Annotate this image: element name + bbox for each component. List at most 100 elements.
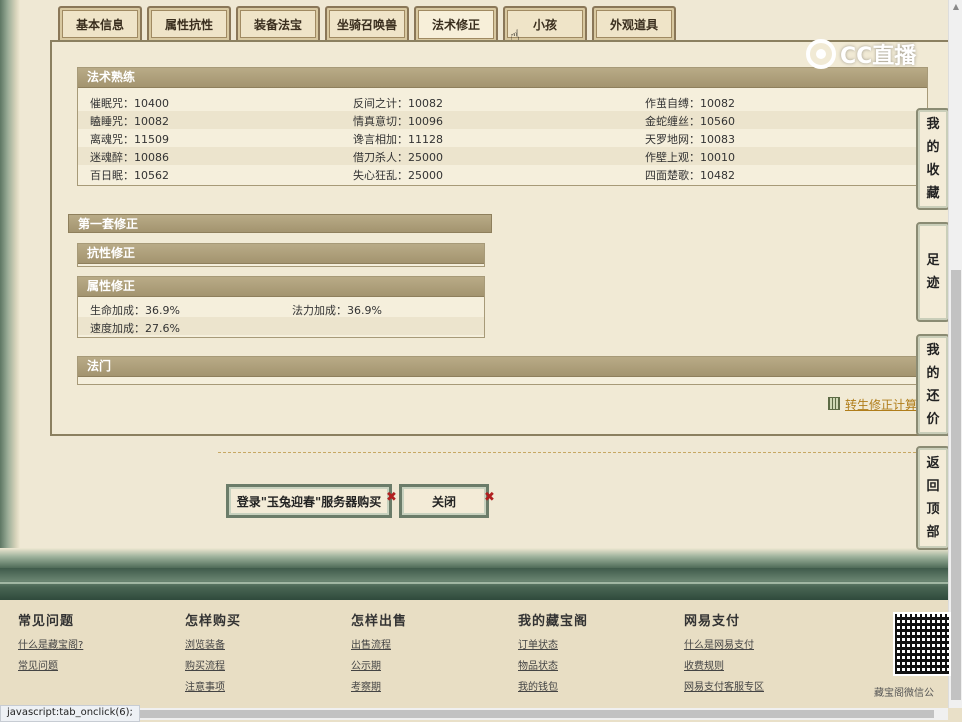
footer-col-title: 怎样出售 [351,614,408,629]
side-nav-back-to-top[interactable]: 返 回 顶 部 [916,446,950,550]
side-nav-char: 的 [926,366,940,381]
footer-col-faq: 常见问题 什么是藏宝阁? 常见问题 [18,610,83,677]
tab-mount-summon[interactable]: 坐骑召唤兽 [325,6,409,40]
table-row [78,93,927,111]
tab-equipment[interactable]: 装备法宝 [236,6,320,40]
spell-cell: 瞌睡咒：10082 [90,115,169,128]
spell-cell: 四面楚歌：10482 [645,169,735,182]
footer-link[interactable]: 我的钱包 [518,677,588,698]
footer-col-title: 我的藏宝阁 [518,614,589,629]
side-nav-my-offers[interactable]: 我 的 还 价 [916,334,950,436]
footer-link[interactable]: 订单状态 [518,635,588,656]
footer-col-how-to-buy: 怎样购买 浏览装备 购买流程 注意事项 [185,610,241,698]
tab-appearance[interactable]: 外观道具 [592,6,676,40]
cc-live-watermark: CC直播 [806,38,916,70]
footer-link[interactable]: 出售流程 [351,635,407,656]
spell-cell: 作茧自缚：10082 [645,97,735,110]
spell-cell: 百日眠：10562 [90,169,169,182]
attr-cell: 速度加成：27.6% [90,322,180,335]
side-nav-char: 收 [926,163,940,178]
footer-link[interactable]: 公示期 [351,656,407,677]
horizontal-scrollbar[interactable] [0,708,948,720]
tab-basic-info[interactable]: 基本信息 [58,6,142,40]
close-button[interactable]: 关闭 [399,484,489,518]
table-row [78,147,927,165]
spell-cell: 借刀杀人：25000 [353,151,443,164]
side-nav-char: 足 [926,253,940,268]
bottom-frame [0,548,948,568]
footer-col-title: 怎样购买 [185,614,242,629]
set1-title: 第一套修正 [68,214,492,233]
close-mark-icon: ✖ [386,490,397,505]
spell-cell: 作壁上观：10010 [645,151,735,164]
side-nav-char: 价 [926,412,940,427]
spell-cell: 失心狂乱：25000 [353,169,443,182]
tab-attr-resist[interactable]: 属性抗性 [147,6,231,40]
footer: 常见问题 什么是藏宝阁? 常见问题 怎样购买 浏览装备 购买流程 注意事项 怎样… [0,568,948,708]
attr-correction-section: 属性修正 生命加成：36.9% 法力加成：36.9% 速度加成：27.6% [77,276,485,338]
resist-correction-section: 抗性修正 [77,243,485,267]
side-nav-footprints[interactable]: 足 迹 [916,222,950,322]
vertical-scrollbar[interactable]: ▲ [948,0,962,708]
side-nav-char: 部 [926,525,940,540]
tab-spell-correction[interactable]: 法术修正 [414,6,498,41]
side-nav-char: 返 [926,456,940,471]
scroll-up-icon[interactable]: ▲ [951,2,961,12]
footer-col-netease-pay: 网易支付 什么是网易支付 收费规则 网易支付客服专区 [684,610,764,698]
footer-link[interactable]: 网易支付客服专区 [684,677,764,698]
footer-link[interactable]: 浏览装备 [185,635,241,656]
spell-mastery-section: 法术熟练 催眠咒：10400 反间之计：10082 作茧自缚：10082 瞌睡咒… [77,67,928,186]
side-nav-char: 我 [926,343,940,358]
scroll-thumb[interactable] [951,270,961,700]
footer-link[interactable]: 什么是藏宝阁? [18,635,83,656]
spell-cell: 反间之计：10082 [353,97,443,110]
side-nav-char: 还 [926,389,940,404]
cc-logo-icon [806,39,836,69]
status-bar: javascript:tab_onclick(6); [0,705,140,722]
side-nav-char: 藏 [926,186,940,201]
qr-label: 藏宝阁微信公 [874,688,934,699]
footer-link[interactable]: 物品状态 [518,656,588,677]
calc-link-label: 转生修正计算 [845,398,918,412]
side-nav-char: 的 [926,140,940,155]
side-nav-char: 迹 [926,276,940,291]
section-title: 法术熟练 [78,68,927,88]
wechat-qr-code [893,612,951,676]
side-nav-char: 顶 [926,502,940,517]
login-server-buy-button[interactable]: 登录"玉兔迎春"服务器购买 [226,484,392,518]
section-title: 属性修正 [78,277,484,297]
spell-cell: 金蛇缠丝：10560 [645,115,735,128]
table-row [78,165,927,183]
side-nav-char: 我 [926,117,940,132]
side-nav-char: 回 [926,479,940,494]
spell-cell: 迷魂醉：10086 [90,151,169,164]
spell-cell: 催眠咒：10400 [90,97,169,110]
watermark-text: CC直播 [840,44,917,69]
footer-col-my-cbg: 我的藏宝阁 订单状态 物品状态 我的钱包 [518,610,588,698]
footer-link[interactable]: 考察期 [351,677,407,698]
side-nav-favorites[interactable]: 我 的 收 藏 [916,108,950,210]
section-title: 法门 [78,357,927,377]
spell-cell: 谗言相加：11128 [353,133,443,146]
table-row [78,111,927,129]
divider [218,452,946,453]
spell-cell: 离魂咒：11509 [90,133,169,146]
footer-link[interactable]: 常见问题 [18,656,83,677]
table-row [78,129,927,147]
footer-link[interactable]: 注意事项 [185,677,241,698]
school-section: 法门 [77,356,928,385]
attr-cell: 法力加成：36.9% [292,304,382,317]
section-title: 抗性修正 [78,244,484,264]
spell-cell: 情真意切：10096 [353,115,443,128]
rebirth-calc-link[interactable]: 转生修正计算 [828,396,917,413]
left-frame [0,0,20,570]
footer-link[interactable]: 购买流程 [185,656,241,677]
footer-col-title: 常见问题 [18,614,75,629]
calculator-icon [828,397,840,410]
hscroll-thumb[interactable] [124,710,934,718]
footer-link[interactable]: 什么是网易支付 [684,635,764,656]
spell-cell: 天罗地网：10083 [645,133,735,146]
footer-stripe [0,568,948,600]
close-mark-icon: ✖ [484,490,495,505]
footer-link[interactable]: 收费规则 [684,656,764,677]
